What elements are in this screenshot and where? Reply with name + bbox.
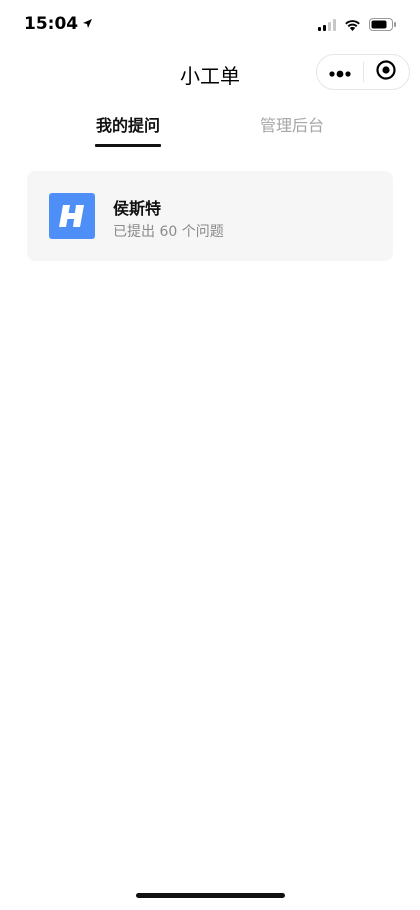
- page: 15:04 小工单 我的提问 管理后台 侯斯特 已提出 60 个问题: [0, 0, 420, 910]
- status-icons: [318, 16, 396, 35]
- more-icon: [328, 63, 352, 82]
- status-time: 15:04: [24, 14, 79, 34]
- wifi-icon: [344, 16, 361, 35]
- cellular-signal-icon: [318, 16, 336, 35]
- close-mini-program-button[interactable]: [364, 55, 410, 89]
- battery-icon: [369, 16, 396, 35]
- project-card[interactable]: 侯斯特 已提出 60 个问题: [27, 171, 393, 261]
- close-mini-program-icon: [375, 59, 397, 85]
- nav-bar: 小工单: [0, 50, 420, 94]
- status-bar: 15:04: [0, 0, 420, 50]
- h-logo-icon: [49, 193, 95, 239]
- mini-program-capsule: [316, 54, 410, 90]
- card-title: 侯斯特: [113, 199, 162, 218]
- home-indicator: [136, 893, 285, 898]
- tab-my-questions[interactable]: 我的提问: [68, 112, 188, 136]
- card-subtitle: 已提出 60 个问题: [113, 224, 224, 240]
- tab-bar: 我的提问 管理后台: [0, 112, 420, 152]
- status-time-group: 15:04: [24, 14, 93, 34]
- tab-admin[interactable]: 管理后台: [232, 112, 352, 136]
- active-tab-indicator: [95, 144, 161, 147]
- more-button[interactable]: [317, 55, 363, 89]
- location-arrow-icon: [82, 14, 93, 34]
